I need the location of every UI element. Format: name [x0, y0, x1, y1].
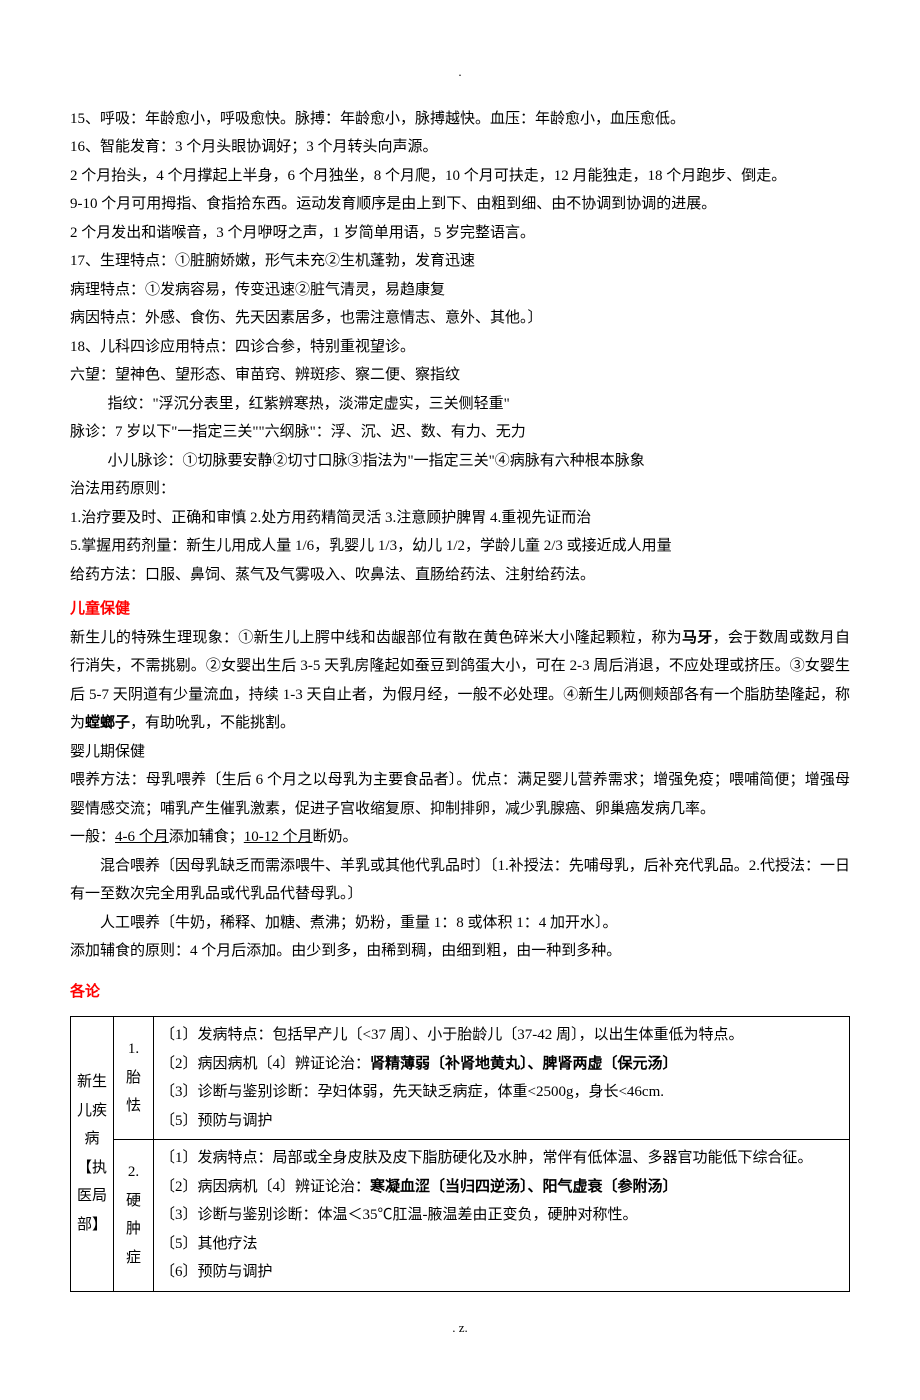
paragraph-fine-motor: 9-10 个月可用拇指、食指拾东西。运动发育顺序是由上到下、由粗到细、由不协调到… — [70, 190, 850, 219]
yingzhong-line-5: 〔5〕其他疗法 — [160, 1230, 843, 1259]
paragraph-finger-print: 指纹："浮沉分表里，红紫辨寒热，淡滞定虚实，三关侧轻重" — [70, 390, 850, 419]
paragraph-feeding-method: 喂养方法：母乳喂养〔生后 6 个月之以母乳为主要食品者〕。优点：满足婴儿营养需求… — [70, 766, 850, 823]
paragraph-newborn-phenomena: 新生儿的特殊生理现象：①新生儿上腭中线和齿龈部位有散在黄色碎米大小隆起颗粒，称为… — [70, 624, 850, 738]
yingzhong-line-6: 〔6〕预防与调护 — [160, 1258, 843, 1287]
footer-page-marker: . z. — [70, 1316, 850, 1341]
paragraph-pathology: 病理特点：①发病容易，传变迅速②脏气清灵，易趋康复 — [70, 276, 850, 305]
section-heading-geluun: 各论 — [70, 978, 850, 1007]
cell-newborn-disease-header: 新生儿疾病【执医局部】 — [71, 1017, 114, 1292]
table-row: 2. 硬肿症 〔1〕发病特点：局部或全身皮肤及皮下脂肪硬化及水肿，常伴有低体温、… — [71, 1140, 850, 1292]
paragraph-six-observe: 六望：望神色、望形态、审苗窍、辨斑疹、察二便、察指纹 — [70, 361, 850, 390]
cell-taiquie-content: 〔1〕发病特点：包括早产儿〔<37 周〕、小于胎龄儿〔37-42 周〕，以出生体… — [154, 1017, 850, 1140]
underline-4-6-months: 4-6 个月 — [115, 829, 169, 845]
cell-taiquie: 1. 胎怯 — [114, 1017, 154, 1140]
yingzhong-line-1: 〔1〕发病特点：局部或全身皮肤及皮下脂肪硬化及水肿，常伴有低体温、多器官功能低下… — [160, 1144, 843, 1173]
strong-maya: 马牙 — [682, 630, 713, 646]
paragraph-etiology: 病因特点：外感、食伤、先天因素居多，也需注意情志、意外、其他。〕 — [70, 304, 850, 333]
general-mid: 添加辅食； — [169, 829, 244, 845]
newborn-post: ，有助吮乳，不能挑割。 — [130, 715, 295, 731]
paragraph-artificial-feeding: 人工喂养〔牛奶，稀释、加糖、煮沸；奶粉，重量 1：8 或体积 1：4 加开水〕。 — [70, 909, 850, 938]
paragraph-18-diagnosis: 18、儿科四诊应用特点：四诊合参，特别重视望诊。 — [70, 333, 850, 362]
paragraph-mixed-feeding: 混合喂养〔因母乳缺乏而需添喂牛、羊乳或其他代乳品时〕〔1.补授法：先哺母乳，后补… — [70, 852, 850, 909]
newborn-pre: 新生儿的特殊生理现象：①新生儿上腭中线和齿龈部位有散在黄色碎米大小隆起颗粒，称为 — [70, 630, 682, 646]
paragraph-16: 16、智能发育：3 个月头眼协调好；3 个月转头向声源。 — [70, 133, 850, 162]
strong-tanglangzi: 螳螂子 — [85, 715, 130, 731]
yingzhong-line-3: 〔3〕诊断与鉴别诊断：体温＜35℃肛温-腋温差由正变负，硬肿对称性。 — [160, 1201, 843, 1230]
paragraph-pulse-diagnosis: 脉诊：7 岁以下"一指定三关""六纲脉"：浮、沉、迟、数、有力、无力 — [70, 418, 850, 447]
paragraph-speech: 2 个月发出和谐喉音，3 个月咿呀之声，1 岁简单用语，5 岁完整语言。 — [70, 219, 850, 248]
paragraph-infant-care-head: 婴儿期保健 — [70, 738, 850, 767]
general-pre: 一般： — [70, 829, 115, 845]
cell-yingzhong-content: 〔1〕发病特点：局部或全身皮肤及皮下脂肪硬化及水肿，常伴有低体温、多器官功能低下… — [154, 1140, 850, 1292]
taiquie-line-1: 〔1〕发病特点：包括早产儿〔<37 周〕、小于胎龄儿〔37-42 周〕，以出生体… — [160, 1021, 843, 1050]
paragraph-treatment-principles-head: 治法用药原则： — [70, 475, 850, 504]
disease-table: 新生儿疾病【执医局部】 1. 胎怯 〔1〕发病特点：包括早产儿〔<37 周〕、小… — [70, 1016, 850, 1292]
underline-10-12-months: 10-12 个月 — [244, 829, 313, 845]
section-heading-child-health: 儿童保健 — [70, 595, 850, 624]
taiquie-line-3: 〔3〕诊断与鉴别诊断：孕妇体弱，先天缺乏病症，体重<2500g，身长<46cm. — [160, 1078, 843, 1107]
cell-yingzhong: 2. 硬肿症 — [114, 1140, 154, 1292]
paragraph-pediatric-pulse: 小儿脉诊：①切脉要安静②切寸口脉③指法为"一指定三关"④病脉有六种根本脉象 — [70, 447, 850, 476]
paragraph-general-feeding: 一般：4-6 个月添加辅食；10-12 个月断奶。 — [70, 823, 850, 852]
yingzhong-line-2: 〔2〕病因病机〔4〕辨证论治：寒凝血涩〔当归四逆汤〕、阳气虚衰〔参附汤〕 — [160, 1173, 843, 1202]
top-page-marker: . — [70, 60, 850, 85]
table-row: 新生儿疾病【执医局部】 1. 胎怯 〔1〕发病特点：包括早产儿〔<37 周〕、小… — [71, 1017, 850, 1140]
paragraph-administration: 给药方法：口服、鼻饲、蒸气及气雾吸入、吹鼻法、直肠给药法、注射给药法。 — [70, 561, 850, 590]
taiquie-line-5: 〔5〕预防与调护 — [160, 1107, 843, 1136]
paragraph-17-physiology: 17、生理特点：①脏腑娇嫩，形气未充②生机蓬勃，发育迅速 — [70, 247, 850, 276]
paragraph-treatment-1-4: 1.治疗要及时、正确和审慎 2.处方用药精简灵活 3.注意顾护脾胃 4.重视先证… — [70, 504, 850, 533]
paragraph-15: 15、呼吸：年龄愈小，呼吸愈快。脉搏：年龄愈小，脉搏越快。血压：年龄愈小，血压愈… — [70, 105, 850, 134]
paragraph-treatment-5: 5.掌握用药剂量：新生儿用成人量 1/6，乳婴儿 1/3，幼儿 1/2，学龄儿童… — [70, 532, 850, 561]
paragraph-motor: 2 个月抬头，4 个月撑起上半身，6 个月独坐，8 个月爬，10 个月可扶走，1… — [70, 162, 850, 191]
taiquie-line-2: 〔2〕病因病机〔4〕辨证论治：肾精薄弱〔补肾地黄丸〕、脾肾两虚〔保元汤〕 — [160, 1050, 843, 1079]
general-post: 断奶。 — [313, 829, 358, 845]
paragraph-supplement-principle: 添加辅食的原则：4 个月后添加。由少到多，由稀到稠，由细到粗，由一种到多种。 — [70, 937, 850, 966]
